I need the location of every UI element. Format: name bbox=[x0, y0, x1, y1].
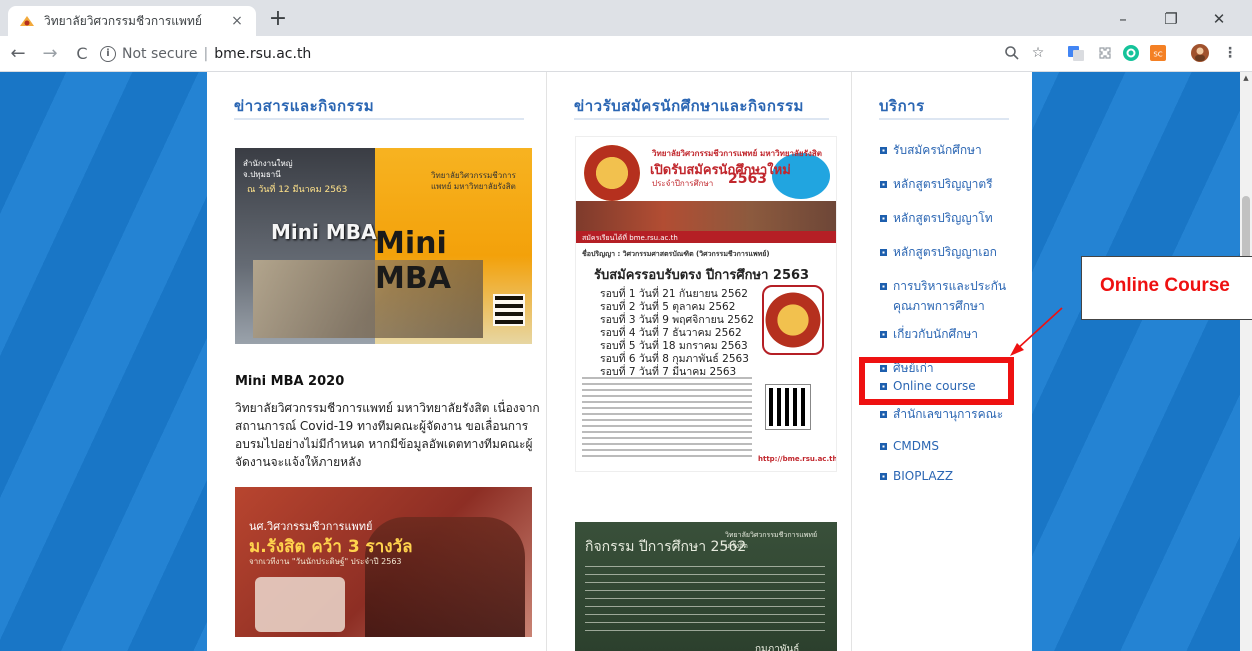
grammarly-extension-icon[interactable] bbox=[1121, 43, 1141, 63]
image-mba-small: Mini MBA bbox=[271, 220, 377, 244]
admission-column: ข่าวรับสมัครนักศึกษาและกิจกรรม วิทยาลัยว… bbox=[547, 72, 852, 651]
bullet-icon bbox=[880, 215, 887, 222]
heading-rule bbox=[234, 118, 524, 120]
service-label: สำนักเลขานุการคณะ bbox=[893, 407, 1004, 421]
service-link[interactable]: รับสมัครนักศึกษา bbox=[880, 140, 982, 160]
award-line-3: จากเวทีงาน "วันนักประดิษฐ์" ประจำปี 2563 bbox=[249, 557, 402, 566]
image-mba-big: Mini MBA bbox=[375, 226, 451, 296]
tab-strip: วิทยาลัยวิศวกรรมชีวการแพทย์ × + – ❐ ✕ bbox=[0, 0, 1252, 36]
new-tab-button[interactable]: + bbox=[266, 8, 290, 32]
omnibox-separator: | bbox=[203, 46, 209, 62]
news-body: วิทยาลัยวิศวกรรมชีวการแพทย์ มหาวิทยาลัยร… bbox=[235, 401, 540, 469]
address-bar[interactable]: i Not secure | bme.rsu.ac.th bbox=[100, 40, 1040, 68]
page-viewport: ข่าวสารและกิจกรรม สำนักงานใหญ่ จ.ปทุมธาน… bbox=[0, 72, 1240, 651]
forward-button[interactable]: → bbox=[36, 40, 64, 68]
highlight-box bbox=[859, 357, 1014, 405]
image-date-text: ณ วันที่ 12 มีนาคม 2563 bbox=[247, 185, 348, 195]
award-news-image[interactable]: นศ.วิศวกรรมชีวการแพทย์ ม.รังสิต คว้า 3 ร… bbox=[235, 487, 532, 637]
vertical-scrollbar[interactable]: ▲ bbox=[1240, 72, 1252, 651]
minimize-button[interactable]: – bbox=[1100, 8, 1146, 32]
heading-rule bbox=[879, 118, 1009, 120]
heading-rule bbox=[574, 118, 829, 120]
qr-code-icon bbox=[493, 294, 525, 326]
poster-url: http://bme.rsu.ac.th/ bbox=[758, 455, 837, 463]
browser-menu-icon[interactable]: ⋮ bbox=[1220, 43, 1240, 63]
poster-qr-code-icon bbox=[765, 384, 811, 430]
news-heading: ข่าวสารและกิจกรรม bbox=[234, 97, 375, 115]
services-heading: บริการ bbox=[879, 97, 925, 115]
board-subtitle: วิทยาลัยวิศวกรรมชีวการแพทย์ ม.รังสิต bbox=[725, 531, 818, 550]
bullet-icon bbox=[880, 411, 887, 418]
service-label: BIOPLAZZ bbox=[893, 469, 954, 483]
scrollbar-thumb[interactable] bbox=[1242, 196, 1250, 260]
bookmark-star-icon[interactable]: ☆ bbox=[1028, 43, 1048, 63]
tab-title: วิทยาลัยวิศวกรรมชีวการแพทย์ bbox=[44, 13, 202, 28]
callout-text: Online Course bbox=[1100, 275, 1230, 296]
image-hands bbox=[255, 577, 345, 632]
service-link[interactable]: หลักสูตรปริญญาเอก bbox=[880, 242, 997, 262]
restore-button[interactable]: ❐ bbox=[1148, 8, 1194, 32]
service-link[interactable]: หลักสูตรปริญญาโท bbox=[880, 208, 993, 228]
bullet-icon bbox=[880, 147, 887, 154]
scroll-up-icon[interactable]: ▲ bbox=[1242, 74, 1250, 82]
service-label: การบริหารและประกันคุณภาพการศึกษา bbox=[893, 279, 1007, 313]
service-link[interactable]: CMDMS bbox=[880, 436, 939, 456]
annotation-callout: Online Course bbox=[1081, 256, 1252, 320]
bullet-icon bbox=[880, 181, 887, 188]
translate-extension-icon[interactable] bbox=[1066, 43, 1086, 63]
service-link[interactable]: BIOPLAZZ bbox=[880, 466, 953, 486]
poster-fine-print bbox=[582, 377, 752, 457]
bullet-icon bbox=[880, 249, 887, 256]
board-title: กิจกรรม ปีการศึกษา 2562 bbox=[585, 539, 747, 555]
board-footer: กุมภาพันธ์ bbox=[755, 644, 800, 651]
poster-year-label: ประจำปีการศึกษา bbox=[652, 179, 714, 188]
tab-close-icon[interactable]: × bbox=[228, 13, 246, 29]
service-label: หลักสูตรปริญญาเอก bbox=[893, 245, 997, 259]
sc-extension-label: SC bbox=[1153, 51, 1162, 59]
university-seal-icon bbox=[584, 145, 640, 201]
browser-toolbar: ← → C i Not secure | bme.rsu.ac.th ☆ SC … bbox=[0, 36, 1252, 72]
poster-degree: ชื่อปริญญา : วิศวกรรมศาสตรบัณฑิต (วิศวกร… bbox=[582, 250, 770, 258]
service-link[interactable]: หลักสูตรปริญญาตรี bbox=[880, 174, 993, 194]
service-label: CMDMS bbox=[893, 439, 939, 453]
poster-contact: สมัครเรียนได้ที่ bme.rsu.ac.th bbox=[582, 234, 678, 242]
mini-mba-image[interactable]: สำนักงานใหญ่ จ.ปทุมธานี ณ วันที่ 12 มีนา… bbox=[235, 148, 532, 344]
bullet-icon bbox=[880, 443, 887, 450]
profile-avatar-icon[interactable] bbox=[1190, 43, 1210, 63]
poster-year: 2563 bbox=[728, 171, 767, 187]
news-title[interactable]: Mini MBA 2020 bbox=[235, 374, 344, 389]
browser-tab[interactable]: วิทยาลัยวิศวกรรมชีวการแพทย์ × bbox=[8, 6, 256, 36]
back-button[interactable]: ← bbox=[4, 40, 32, 68]
bullet-icon bbox=[880, 283, 887, 290]
poster-photo-strip bbox=[576, 201, 836, 231]
zoom-icon[interactable] bbox=[1002, 43, 1022, 63]
service-label: เกี่ยวกับนักศึกษา bbox=[893, 327, 979, 341]
puzzle-extension-icon[interactable] bbox=[1095, 43, 1115, 63]
sc-extension-icon[interactable]: SC bbox=[1148, 43, 1168, 63]
activity-board-image[interactable]: กิจกรรม ปีการศึกษา 2562 วิทยาลัยวิศวกรรม… bbox=[575, 522, 837, 651]
service-link[interactable]: เกี่ยวกับนักศึกษา bbox=[880, 324, 978, 344]
bullet-icon bbox=[880, 331, 887, 338]
board-rows bbox=[585, 566, 825, 634]
site-favicon-icon bbox=[20, 16, 34, 26]
security-label: Not secure bbox=[122, 46, 198, 62]
service-label: หลักสูตรปริญญาโท bbox=[893, 211, 993, 225]
image-org-text: วิทยาลัยวิศวกรรมชีวการแพทย์ มหาวิทยาลัยร… bbox=[431, 171, 516, 191]
url-text[interactable]: bme.rsu.ac.th bbox=[214, 46, 311, 62]
bullet-icon bbox=[880, 473, 887, 480]
poster-headline: รับสมัครรอบรับตรง ปีการศึกษา 2563 bbox=[594, 268, 810, 283]
service-label: หลักสูตรปริญญาตรี bbox=[893, 177, 993, 191]
reload-button[interactable]: C bbox=[68, 40, 96, 68]
service-link[interactable]: สำนักเลขานุการคณะ bbox=[880, 404, 1003, 424]
close-window-button[interactable]: ✕ bbox=[1196, 8, 1242, 32]
news-column: ข่าวสารและกิจกรรม สำนักงานใหญ่ จ.ปทุมธาน… bbox=[207, 72, 547, 651]
admission-poster[interactable]: วิทยาลัยวิศวกรรมชีวการแพทย์ มหาวิทยาลัยร… bbox=[575, 136, 837, 472]
image-info-text: สำนักงานใหญ่ จ.ปทุมธานี bbox=[243, 159, 293, 179]
poster-seal-icon bbox=[762, 285, 824, 355]
info-icon[interactable]: i bbox=[100, 46, 116, 62]
service-label: รับสมัครนักศึกษา bbox=[893, 143, 982, 157]
admission-heading: ข่าวรับสมัครนักศึกษาและกิจกรรม bbox=[574, 97, 804, 115]
service-link[interactable]: การบริหารและประกันคุณภาพการศึกษา bbox=[880, 276, 1030, 316]
